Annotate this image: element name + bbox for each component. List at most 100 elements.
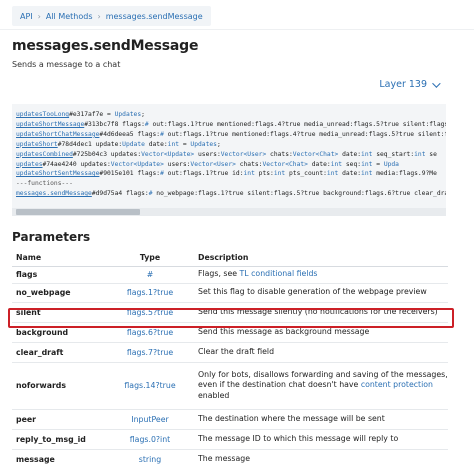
code-token[interactable]: int [331,161,342,168]
page-title: messages.sendMessage [12,38,199,54]
table-row: silent flags.5?true Send this message sile… [12,301,448,322]
breadcrumb-separator: › [37,11,41,21]
table-row: no_webpage flags.1?true Set this flag to d… [12,282,448,302]
code-line: updateShortChatMessage#4d6deea5 flags:# … [16,130,446,140]
page-subtitle: Sends a message to a chat [12,60,121,69]
param-type-link[interactable]: flags.5?true [106,301,194,322]
code-lines: updatesTooLong#e317af7e = Updates; update… [16,110,446,199]
code-token: users: [194,150,221,158]
code-token[interactable]: Vector<Chat> [293,151,339,158]
param-name: noforwards [12,361,106,409]
parameters-heading: Parameters [12,230,91,244]
param-name: reply_to_msg_id [12,428,106,449]
code-token: #4d6deea5 flags: [99,130,161,138]
code-token[interactable]: int [414,151,425,158]
code-token: pts_count: [285,170,327,178]
code-link[interactable]: updates [16,161,43,168]
code-line: updates#74ae4240 updates:Vector<Update> … [16,160,446,170]
param-type-link[interactable]: string [106,448,194,469]
code-token[interactable]: Vector<Update> [111,161,164,168]
code-token[interactable]: int [327,170,338,177]
code-link[interactable]: updateShortChatMessage [16,131,99,138]
description-link[interactable]: TL conditional fields [240,269,318,278]
param-type-link[interactable]: InputPeer [106,408,194,429]
param-type-link[interactable]: flags.1?true [106,282,194,302]
code-scrollbar[interactable] [12,208,446,216]
code-token: pts: [254,170,274,178]
code-token: date: [338,150,362,158]
code-link[interactable]: updateShortMessage [16,121,84,128]
code-token: #313bc7f8 flags: [84,120,145,128]
param-description-text: Clear the draft field [198,346,275,356]
param-name: peer [12,408,106,429]
column-header-type: Type [106,250,194,267]
code-token[interactable]: Updates [115,111,142,118]
code-token[interactable]: int [361,151,372,158]
code-token[interactable]: int [244,170,255,177]
code-link[interactable]: messages.sendMessage [16,190,92,197]
breadcrumb-separator: › [97,11,101,21]
layer-selector[interactable]: Layer 139 [379,78,441,90]
param-name: message [12,448,106,469]
breadcrumb-item-current[interactable]: messages.sendMessage [106,12,203,21]
param-description-text: The destination where the message will b… [198,413,385,423]
code-token[interactable]: Vector<Update> [141,151,194,158]
breadcrumb-item-all-methods[interactable]: All Methods [46,12,93,21]
param-type-link[interactable]: flags.14?true [106,361,194,409]
code-token: #725b04c3 updates: [72,150,142,158]
table-row: flags # Flags, see TL conditional fields [12,265,448,283]
param-type-link[interactable]: # [106,265,194,283]
code-link[interactable]: updateShortSentMessage [16,170,99,177]
param-type-link[interactable]: flags.0?int [106,428,194,449]
param-type-link[interactable]: flags.7?true [106,341,194,362]
code-token: ; [141,111,145,118]
code-token[interactable]: Upda [384,161,399,168]
code-link[interactable]: updatesTooLong [16,111,69,118]
code-link[interactable]: updateShort [16,141,58,148]
param-name: background [12,321,106,342]
header-divider [0,29,474,30]
code-token: chats: [266,150,293,158]
code-token[interactable]: Vector<User> [190,161,236,168]
code-token[interactable]: int [274,170,285,177]
code-token[interactable]: Vector<Chat> [262,161,308,168]
param-description: The message [194,448,448,469]
layer-selector-label: Layer 139 [379,79,427,90]
code-scrollbar-thumb[interactable] [16,209,140,215]
code-token[interactable]: Vector<User> [221,151,267,158]
code-token: #9015e101 flags: [99,170,161,178]
code-token: = [372,160,384,168]
param-name: silent [12,301,106,322]
table-row: clear_draft flags.7?true Clear the draft f… [12,341,448,362]
code-token: seq: [342,160,362,168]
param-description: Set this flag to disable generation of t… [194,282,448,302]
description-link[interactable]: content protection [361,380,433,389]
param-description: Send this message as background message [194,321,448,342]
code-line: ---functions--- [16,179,446,189]
breadcrumb-item-api[interactable]: API [20,12,33,21]
code-token[interactable]: Updates [190,141,217,148]
code-link[interactable]: updatesCombined [16,151,73,158]
table-row: reply_to_msg_id flags.0?int The message ID… [12,428,448,449]
param-description-text: Send this message as background message [198,326,370,336]
code-line: updateShortSentMessage#9015e101 flags:# … [16,169,446,179]
parameters-table-body: flags # Flags, see TL conditional fields no… [12,265,448,469]
param-description-text: enabled [198,390,230,400]
param-description: The destination where the message will b… [194,408,448,429]
param-type-link[interactable]: flags.6?true [106,321,194,342]
param-description: The message ID to which this message wil… [194,428,448,449]
code-token[interactable]: Update [122,141,145,148]
code-token[interactable]: int [168,141,179,148]
code-token[interactable]: int [361,170,372,177]
code-token[interactable]: int [361,161,372,168]
code-token: chats: [235,160,263,168]
param-description-text: The message ID to which this message wil… [198,433,399,443]
breadcrumb: API › All Methods › messages.sendMessage [12,6,211,26]
table-header-row: Name Type Description [12,250,448,267]
code-line: updatesTooLong#e317af7e = Updates; [16,110,446,120]
table-row: background flags.6?true Send this message … [12,321,448,342]
param-description: Clear the draft field [194,341,448,362]
param-description: Flags, see TL conditional fields [194,265,448,283]
parameters-table: Name Type Description flags # Flags, see T… [12,250,448,469]
param-description-text: The message [198,454,251,463]
